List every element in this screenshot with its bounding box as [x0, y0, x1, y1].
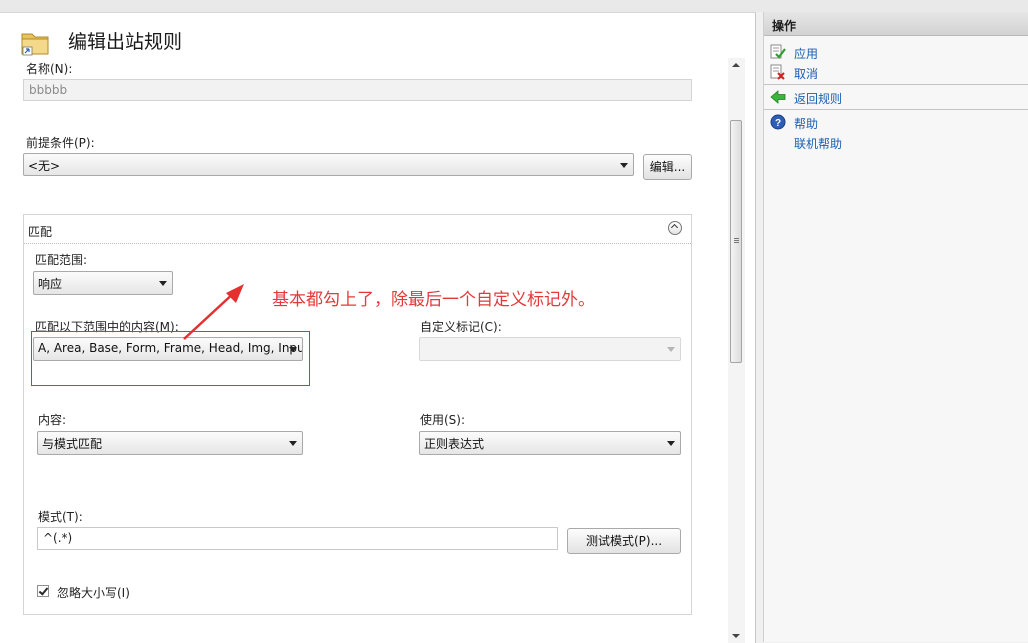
grip-line	[734, 238, 739, 239]
actions-header: 操作	[764, 12, 1028, 36]
chevron-down-icon	[159, 281, 167, 286]
chevron-down-icon	[667, 347, 675, 352]
divider	[764, 109, 1028, 110]
vertical-scrollbar[interactable]	[728, 58, 745, 643]
grip-line	[734, 242, 739, 243]
test-pattern-button[interactable]: 测试模式(P)...	[567, 528, 681, 554]
cancel-icon	[770, 64, 785, 80]
folder-icon	[21, 33, 49, 56]
scroll-down-arrow-icon[interactable]	[732, 634, 740, 638]
main-panel: 编辑出站规则 名称(N): bbbbb 前提条件(P): <无> 编辑... 匹…	[0, 12, 756, 643]
name-label: 名称(N):	[26, 62, 73, 76]
apply-icon	[770, 44, 786, 59]
back-arrow-icon	[770, 90, 786, 104]
scroll-up-arrow-icon[interactable]	[732, 63, 740, 67]
scope-value: 响应	[38, 277, 63, 291]
help-icon: ?	[770, 114, 786, 130]
ignore-case-label[interactable]: 忽略大小写(I)	[57, 584, 130, 601]
precondition-select[interactable]: <无>	[23, 153, 634, 176]
grip-line	[734, 240, 739, 241]
pattern-field[interactable]: ^(.*)	[37, 527, 558, 550]
custom-tag-label: 自定义标记(C):	[420, 320, 502, 334]
scope-select[interactable]: 响应	[33, 271, 173, 295]
content-select[interactable]: 与模式匹配	[37, 431, 303, 455]
chevron-down-icon	[289, 441, 297, 446]
content-value: 与模式匹配	[42, 437, 103, 451]
pattern-label: 模式(T):	[38, 510, 83, 524]
ignore-case-checkbox[interactable]	[37, 585, 49, 597]
svg-text:?: ?	[775, 118, 781, 129]
annotation-arrow	[183, 284, 244, 340]
cancel-link[interactable]: 取消	[794, 65, 818, 82]
content-label: 内容:	[38, 413, 67, 427]
annotation-text: 基本都勾上了，除最后一个自定义标记外。	[272, 290, 595, 310]
apply-link[interactable]: 应用	[794, 45, 818, 62]
top-strip	[0, 0, 1028, 12]
precondition-value: <无>	[28, 159, 61, 173]
edit-precondition-button[interactable]: 编辑...	[643, 154, 692, 180]
name-field[interactable]: bbbbb	[23, 79, 692, 101]
match-group-header[interactable]: 匹配	[24, 215, 691, 244]
precondition-label: 前提条件(P):	[26, 136, 95, 150]
using-select[interactable]: 正则表达式	[419, 431, 681, 455]
online-help-link[interactable]: 联机帮助	[794, 135, 842, 152]
chevron-down-icon	[620, 162, 628, 168]
page-title: 编辑出站规则	[68, 31, 183, 53]
annotation-highlight-box	[31, 331, 310, 386]
scope-label: 匹配范围:	[35, 253, 88, 267]
divider	[764, 84, 1028, 85]
help-link[interactable]: 帮助	[794, 115, 818, 132]
match-group-title: 匹配	[28, 225, 53, 239]
custom-tag-select[interactable]	[419, 337, 681, 361]
scrollbar-thumb[interactable]	[730, 120, 742, 363]
using-value: 正则表达式	[424, 437, 485, 451]
collapse-icon[interactable]	[668, 221, 682, 235]
actions-pane: 操作 应用 取消 返回规则 ? 帮助 联机帮助	[763, 12, 1028, 642]
chevron-down-icon	[667, 441, 675, 446]
back-to-rules-link[interactable]: 返回规则	[794, 90, 842, 107]
using-label: 使用(S):	[420, 413, 466, 427]
